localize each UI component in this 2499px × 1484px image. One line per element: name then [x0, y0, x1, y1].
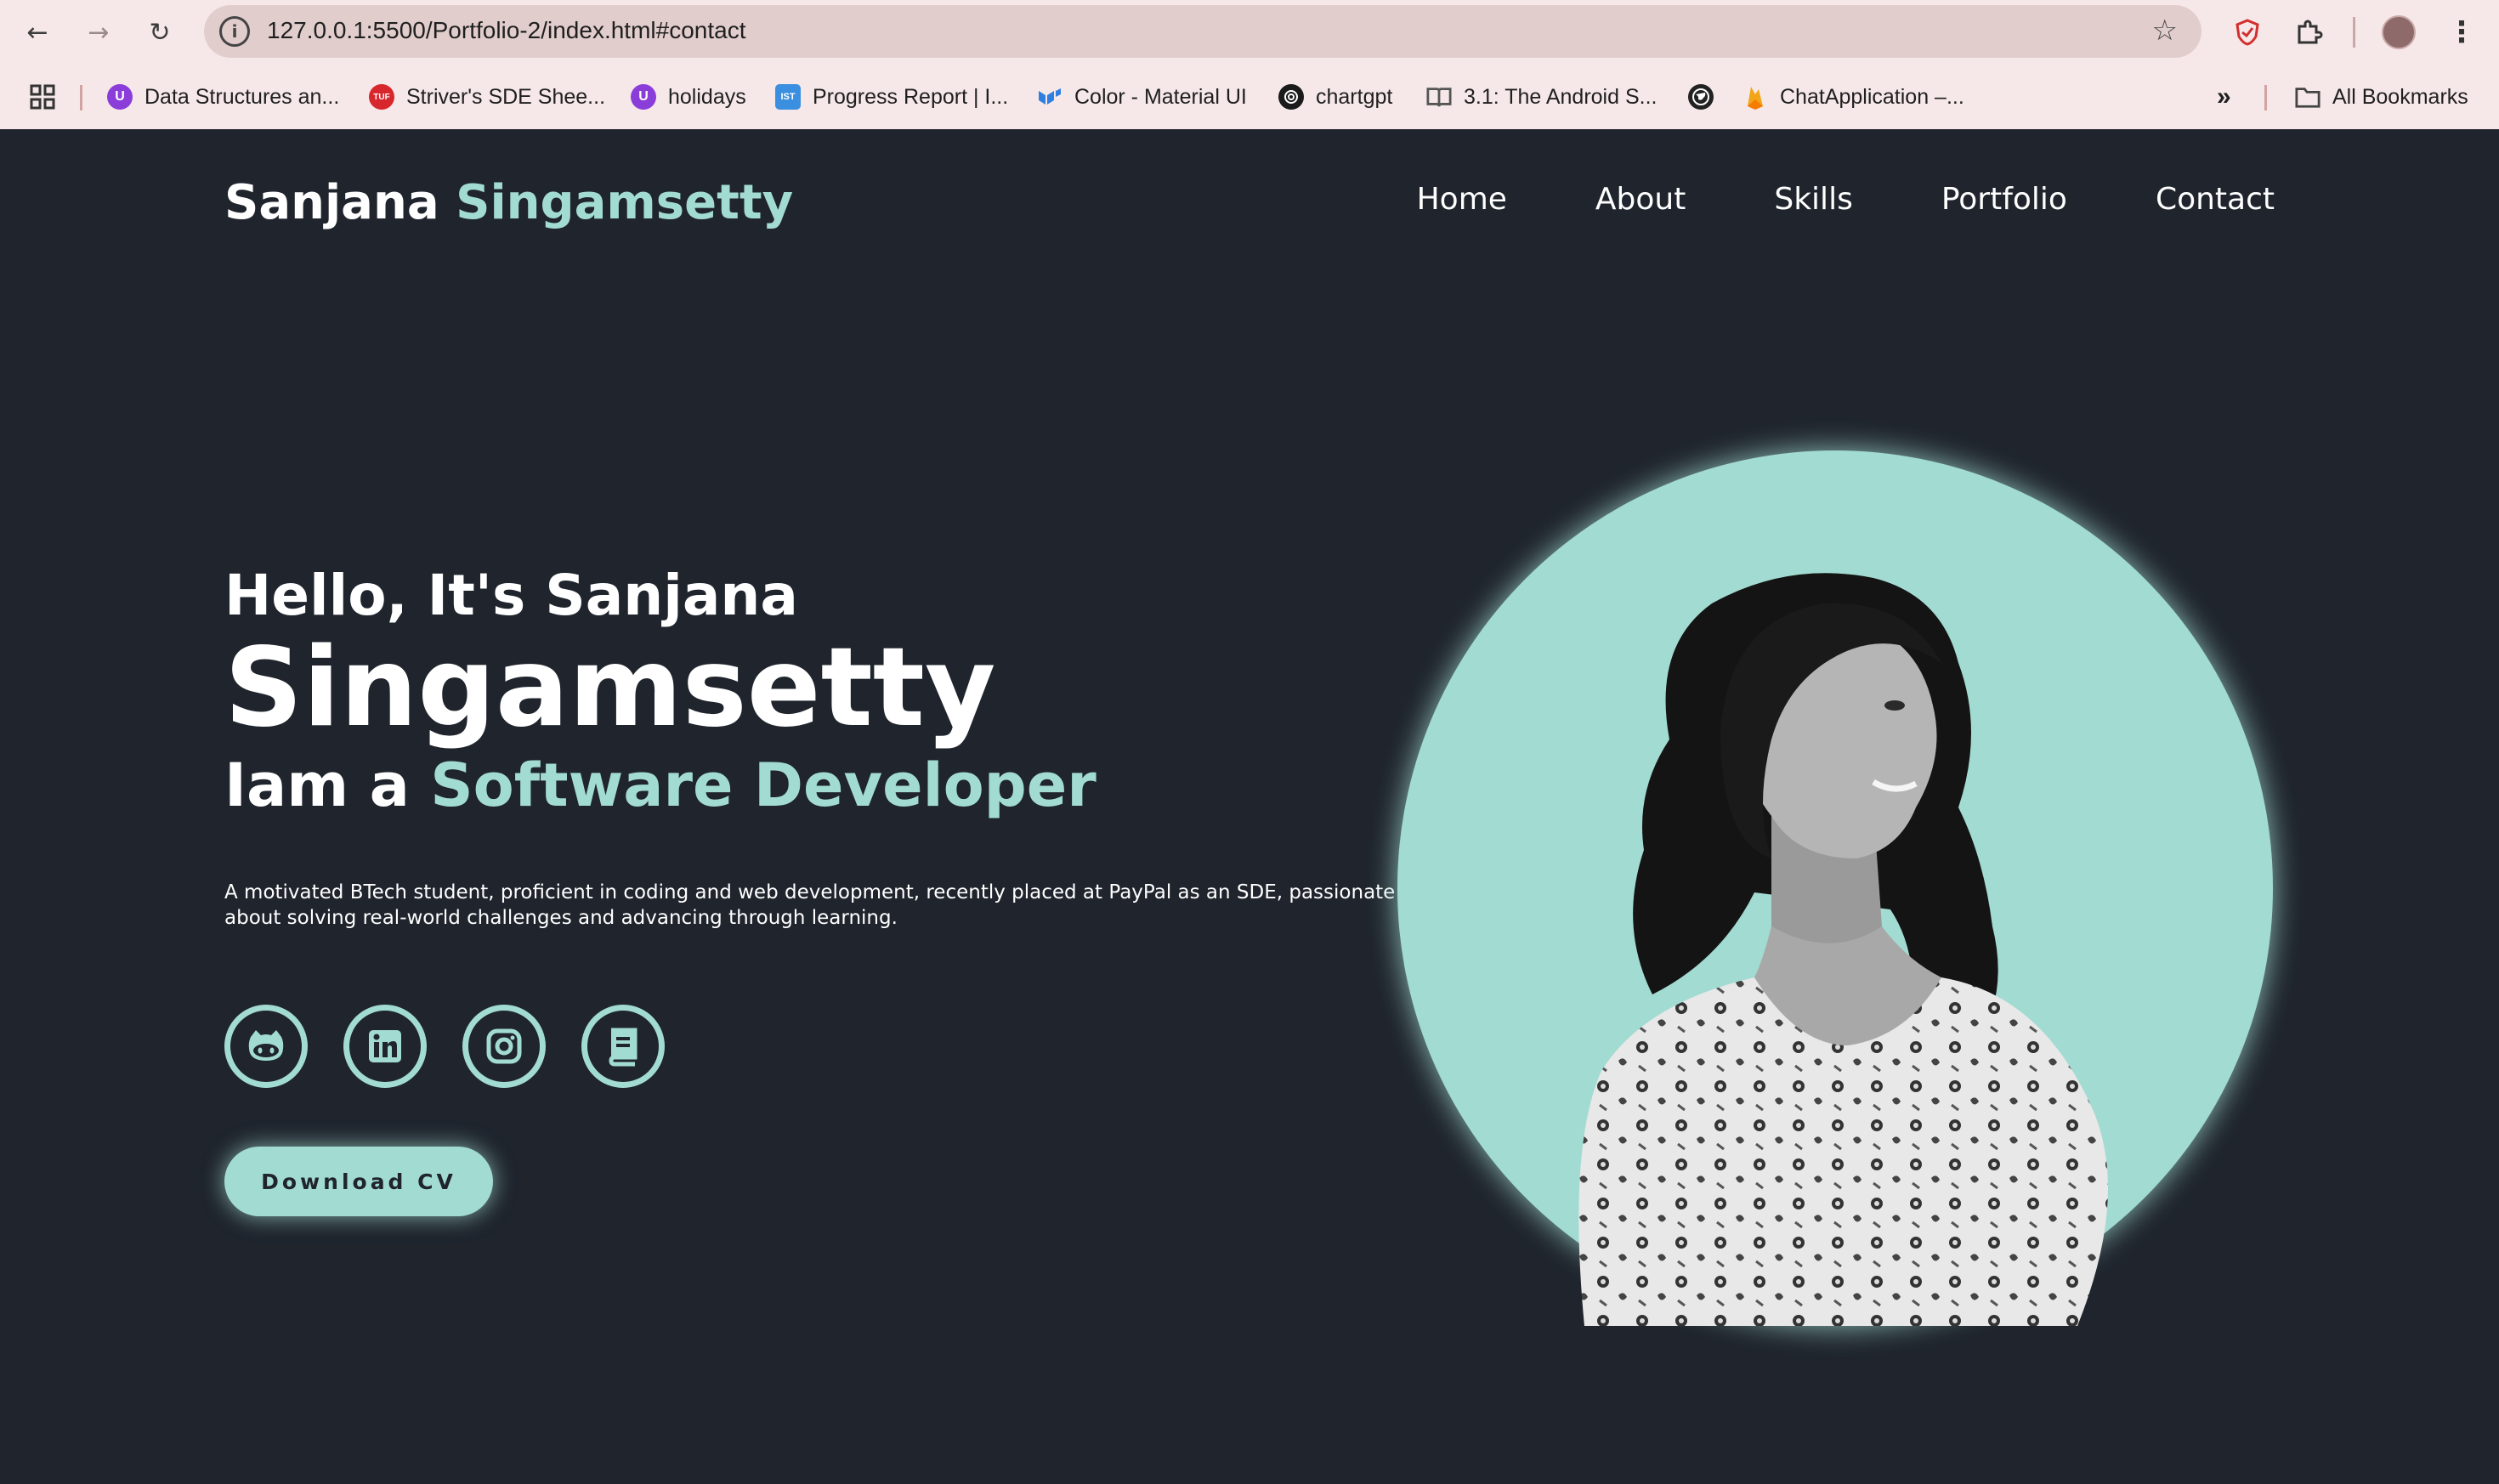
tuf-icon: TUF	[369, 84, 394, 110]
bookmark-item[interactable]: IST Progress Report | I...	[775, 75, 1008, 119]
bookmark-item[interactable]: U Data Structures an...	[107, 75, 339, 119]
hero-name: Singamsetty	[224, 625, 996, 751]
bookmark-label: Striver's SDE Shee...	[406, 84, 606, 109]
hero-description: A motivated BTech student, proficient in…	[224, 881, 1396, 930]
bookmark-item[interactable]: 3.1: The Android S...	[1426, 75, 1657, 119]
nav-home[interactable]: Home	[1417, 182, 1507, 217]
bookmark-item[interactable]: Color - Material UI	[1037, 75, 1247, 119]
menu-kebab-icon[interactable]: ⋮	[2441, 12, 2482, 53]
role-prefix: Iam a	[224, 750, 410, 821]
openai-icon	[1278, 84, 1304, 110]
portfolio-page: Sanjana Singamsetty Home About Skills Po…	[0, 129, 2499, 1484]
apps-grid-icon[interactable]	[29, 75, 56, 119]
bookmark-item[interactable]: ChatApplication –...	[1742, 75, 1964, 119]
hero-role: Iam a Software Developer	[224, 750, 1414, 820]
book-icon	[1426, 84, 1452, 110]
role-title: Software Developer	[430, 750, 1096, 821]
ist-icon: IST	[775, 84, 801, 110]
nav-about[interactable]: About	[1595, 182, 1686, 217]
bookmark-star-icon[interactable]: ☆	[2152, 14, 2178, 48]
reload-button[interactable]: ↻	[139, 12, 180, 53]
bookmarks-divider	[2264, 85, 2267, 110]
bookmark-label: Data Structures an...	[144, 84, 340, 109]
browser-chrome: ← → ↻ i 127.0.0.1:5500/Portfolio-2/index…	[0, 0, 2499, 129]
all-bookmarks-button[interactable]: All Bookmarks	[2295, 75, 2468, 119]
all-bookmarks-label: All Bookmarks	[2332, 84, 2468, 109]
bookmark-item[interactable]: U holidays	[631, 75, 746, 119]
bookmark-item[interactable]	[1688, 75, 1726, 119]
bookmark-label: Color - Material UI	[1074, 84, 1247, 109]
globe-icon	[1688, 84, 1714, 110]
forward-button[interactable]: →	[78, 12, 119, 53]
url-text[interactable]: 127.0.0.1:5500/Portfolio-2/index.html#co…	[267, 17, 745, 44]
nav-skills[interactable]: Skills	[1774, 182, 1852, 217]
bookmarks-overflow-button[interactable]: »	[2217, 75, 2231, 119]
bookmark-label: 3.1: The Android S...	[1464, 84, 1658, 109]
hero-text: Hello, It's Sanjana Singamsetty Iam a So…	[224, 563, 1414, 931]
blog-link[interactable]	[581, 1005, 665, 1088]
instagram-link[interactable]	[462, 1005, 546, 1088]
toolbar-divider	[2353, 17, 2355, 48]
bookmark-item[interactable]: chartgpt	[1278, 75, 1392, 119]
download-cv-button[interactable]: Download CV	[224, 1147, 493, 1216]
back-button[interactable]: ←	[17, 12, 58, 53]
shield-extension-icon[interactable]	[2227, 12, 2268, 53]
site-logo[interactable]: Sanjana Singamsetty	[224, 175, 793, 230]
logo-first-name: Sanjana	[224, 175, 439, 230]
site-info-icon[interactable]: i	[219, 16, 250, 47]
nav-contact[interactable]: Contact	[2156, 182, 2275, 217]
bookmark-label: chartgpt	[1316, 84, 1393, 109]
address-bar[interactable]: i 127.0.0.1:5500/Portfolio-2/index.html#…	[204, 5, 2202, 58]
bookmark-label: holidays	[668, 84, 746, 109]
logo-last-name: Singamsetty	[456, 175, 794, 230]
bookmark-label: ChatApplication –...	[1780, 84, 1964, 109]
linkedin-link[interactable]	[343, 1005, 427, 1088]
book-icon	[609, 1028, 638, 1067]
social-links	[224, 1005, 700, 1088]
firebase-icon	[1742, 84, 1768, 110]
hero-portrait	[1397, 450, 2273, 1326]
nav-portfolio[interactable]: Portfolio	[1941, 182, 2067, 217]
bookmark-label: Progress Report | I...	[813, 84, 1009, 109]
u-icon: U	[107, 84, 133, 110]
github-icon	[248, 1030, 284, 1061]
bookmark-item[interactable]: TUF Striver's SDE Shee...	[369, 75, 605, 119]
github-link[interactable]	[224, 1005, 308, 1088]
folder-icon	[2295, 84, 2320, 110]
hero-greeting: Hello, It's Sanjana	[224, 563, 798, 628]
mui-icon	[1037, 84, 1062, 110]
profile-avatar[interactable]	[2378, 12, 2419, 53]
profile-photo	[1578, 573, 2108, 1326]
bookmarks-bar: U Data Structures an... TUF Striver's SD…	[0, 75, 2499, 119]
bookmarks-divider	[80, 85, 82, 110]
u-icon: U	[631, 84, 656, 110]
main-nav: Home About Skills Portfolio Contact	[1329, 182, 2275, 217]
instagram-icon	[486, 1028, 522, 1064]
extensions-icon[interactable]	[2288, 12, 2329, 53]
toolbar: ← → ↻ i 127.0.0.1:5500/Portfolio-2/index…	[0, 0, 2499, 65]
linkedin-icon	[369, 1030, 401, 1062]
